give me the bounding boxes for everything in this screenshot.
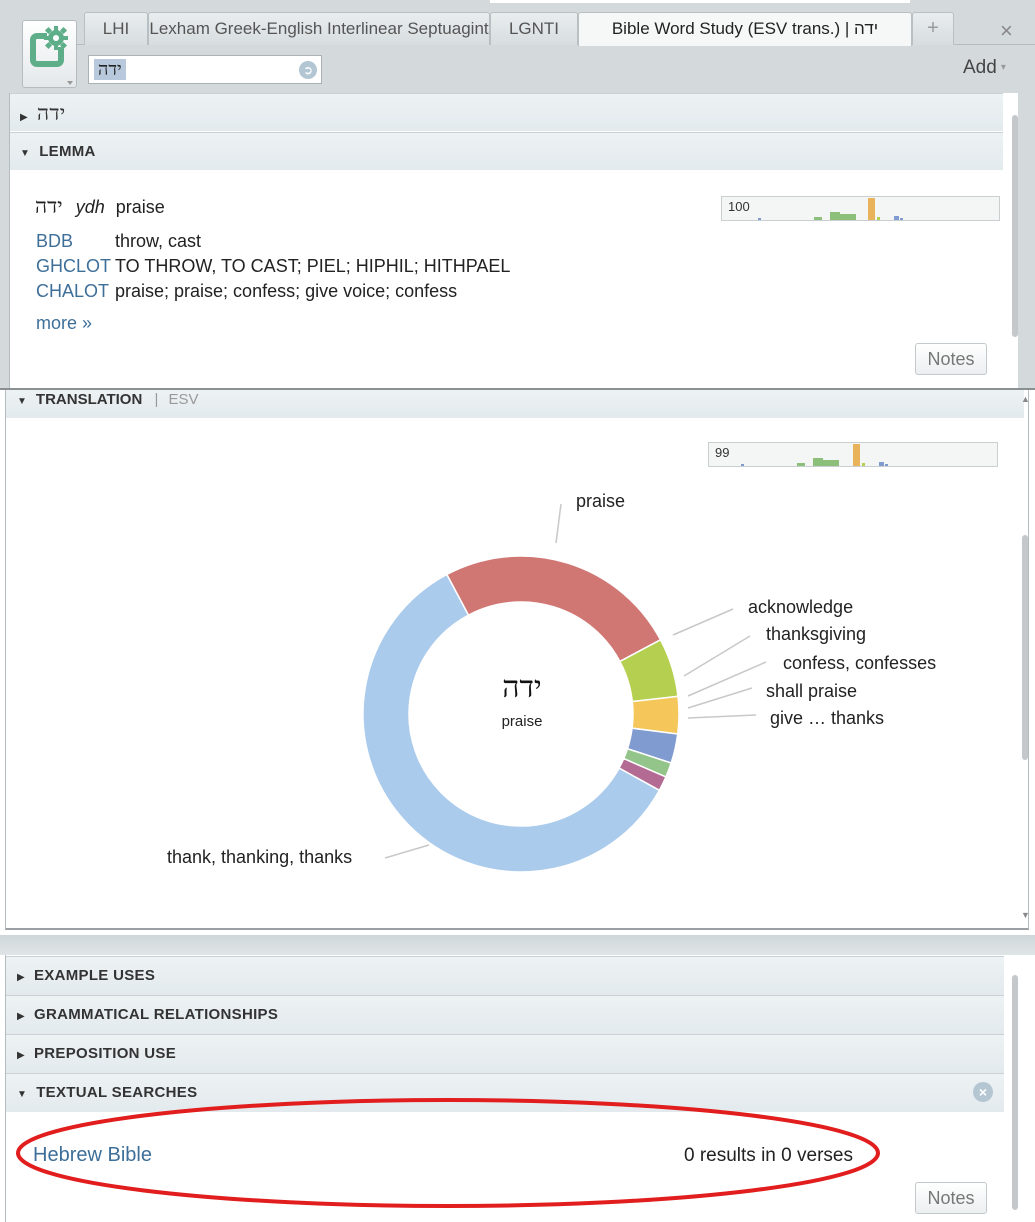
- expand-arrow-icon: ▶: [17, 1011, 25, 1022]
- leader-line-thanksgiving: [683, 635, 751, 677]
- collapse-arrow-icon: ▼: [17, 1089, 28, 1100]
- slice-label-praise[interactable]: praise: [576, 491, 625, 512]
- section-title: LEMMA: [39, 143, 96, 160]
- tab-lgnti[interactable]: LGNTI: [490, 12, 578, 45]
- slice-label-thanksgiving[interactable]: thanksgiving: [766, 624, 866, 645]
- section-header-grammatical-relationships[interactable]: ▶ GRAMMATICAL RELATIONSHIPS: [6, 995, 1004, 1034]
- close-icon[interactable]: ×: [973, 1082, 993, 1102]
- slice-label-acknowledge[interactable]: acknowledge: [748, 597, 853, 618]
- definition-source-link[interactable]: CHALOT: [36, 281, 109, 302]
- leader-line-acknowledge: [672, 608, 734, 636]
- scroll-up-icon[interactable]: ▲: [1021, 394, 1030, 404]
- expand-arrow-icon: ▶: [17, 1050, 25, 1061]
- definition-source-link[interactable]: BDB: [36, 231, 73, 252]
- chevron-down-icon: ▾: [1000, 62, 1006, 74]
- lemma-summary: ידה ydh praise: [35, 194, 165, 219]
- searches-panel: ▶ EXAMPLE USES ▶ GRAMMATICAL RELATIONSHIPS…: [0, 935, 1035, 1222]
- new-tab-icon: +: [927, 17, 939, 39]
- donut-slice-praise[interactable]: [445, 555, 662, 663]
- definition-source-link[interactable]: GHCLOT: [36, 256, 111, 277]
- tab-lhi[interactable]: LHI: [84, 12, 148, 45]
- chart-center-gloss: praise: [501, 713, 543, 730]
- section-title: PREPOSITION USE: [34, 1045, 177, 1062]
- slice-label-thank[interactable]: thank, thanking, thanks: [167, 847, 352, 868]
- scroll-down-icon[interactable]: ▼: [1021, 910, 1030, 920]
- panel-menu-button[interactable]: [22, 20, 77, 88]
- vertical-scrollbar[interactable]: [1012, 115, 1018, 337]
- vertical-scrollbar[interactable]: [1012, 975, 1018, 1210]
- lemma-word: ידה: [35, 194, 63, 218]
- collapse-arrow-icon: ▼: [20, 148, 31, 159]
- section-header-preposition-use[interactable]: ▶ PREPOSITION USE: [6, 1034, 1004, 1073]
- search-input-value[interactable]: ידה: [94, 59, 126, 80]
- close-tab-icon[interactable]: ×: [1000, 18, 1013, 44]
- tab-bible-word-study[interactable]: Bible Word Study (ESV trans.) | ידה: [578, 12, 912, 46]
- section-header-example-uses[interactable]: ▶ EXAMPLE USES: [6, 956, 1004, 995]
- search-input[interactable]: ידה ➲: [88, 55, 322, 84]
- add-button-label: Add: [963, 57, 997, 78]
- top-gap: [490, 0, 910, 3]
- chart-center-word: ידה: [502, 670, 542, 705]
- definition-text: TO THROW, TO CAST; PIEL; HIPHIL; HITHPAE…: [115, 256, 511, 276]
- definition-text: throw, cast: [115, 231, 202, 251]
- panel-body: ▶ ידה ▼ LEMMA ידה ydh praise BDB throw, ca…: [9, 93, 1018, 388]
- translation-panel: ▼ TRANSLATION | ESV 99 ידה praise praise …: [0, 390, 1035, 935]
- tab-label: LGNTI: [508, 19, 560, 38]
- notes-button[interactable]: Notes: [915, 1182, 987, 1214]
- vertical-scrollbar[interactable]: [1022, 535, 1028, 760]
- definition-text: praise; praise; confess; give voice; con…: [115, 281, 458, 301]
- panel-menu-icon: [30, 26, 73, 85]
- tab-lexham-septuagint[interactable]: Lexham Greek-English Interlinear Septuag…: [148, 12, 490, 45]
- search-results-count: 0 results in 0 verses: [684, 1145, 853, 1166]
- new-tab-button[interactable]: +: [912, 12, 954, 45]
- slice-label-give-thanks[interactable]: give … thanks: [770, 708, 884, 729]
- leader-line-praise: [555, 503, 562, 544]
- slice-label-shall-praise[interactable]: shall praise: [766, 681, 857, 702]
- section-title: GRAMMATICAL RELATIONSHIPS: [34, 1006, 279, 1023]
- tab-label: Bible Word Study (ESV trans.) | ידה: [611, 19, 879, 38]
- lemma-gloss: praise: [115, 197, 165, 217]
- tab-label: LHI: [102, 19, 130, 38]
- word-study-panel: LHI Lexham Greek-English Interlinear Sep…: [0, 0, 1035, 390]
- notes-button[interactable]: Notes: [915, 343, 987, 375]
- hebrew-bible-link[interactable]: Hebrew Bible: [33, 1144, 152, 1167]
- add-button[interactable]: Add ▾: [963, 57, 1006, 79]
- section-title: EXAMPLE USES: [34, 967, 156, 984]
- section-title: TEXTUAL SEARCHES: [36, 1084, 198, 1101]
- section-header-textual-searches[interactable]: ▼ TEXTUAL SEARCHES: [6, 1073, 1004, 1112]
- leader-line-give-thanks: [687, 714, 757, 719]
- tab-label: Lexham Greek-English Interlinear Septuag…: [149, 19, 489, 38]
- frequency-bars: [758, 198, 903, 220]
- section-header-lemma[interactable]: ▼ LEMMA: [10, 132, 1003, 170]
- leader-line-thank: [384, 844, 430, 859]
- section-title: ידה: [37, 101, 66, 125]
- panel-divider: [0, 935, 1035, 955]
- lemma-transliteration: ydh: [75, 197, 105, 217]
- slice-label-confess[interactable]: confess, confesses: [783, 653, 936, 674]
- expand-arrow-icon: ▶: [17, 972, 25, 983]
- frequency-graph[interactable]: 100: [721, 196, 1000, 221]
- section-header-word[interactable]: ▶ ידה: [10, 93, 1003, 131]
- search-go-icon[interactable]: ➲: [299, 61, 317, 79]
- more-link[interactable]: more »: [36, 313, 92, 334]
